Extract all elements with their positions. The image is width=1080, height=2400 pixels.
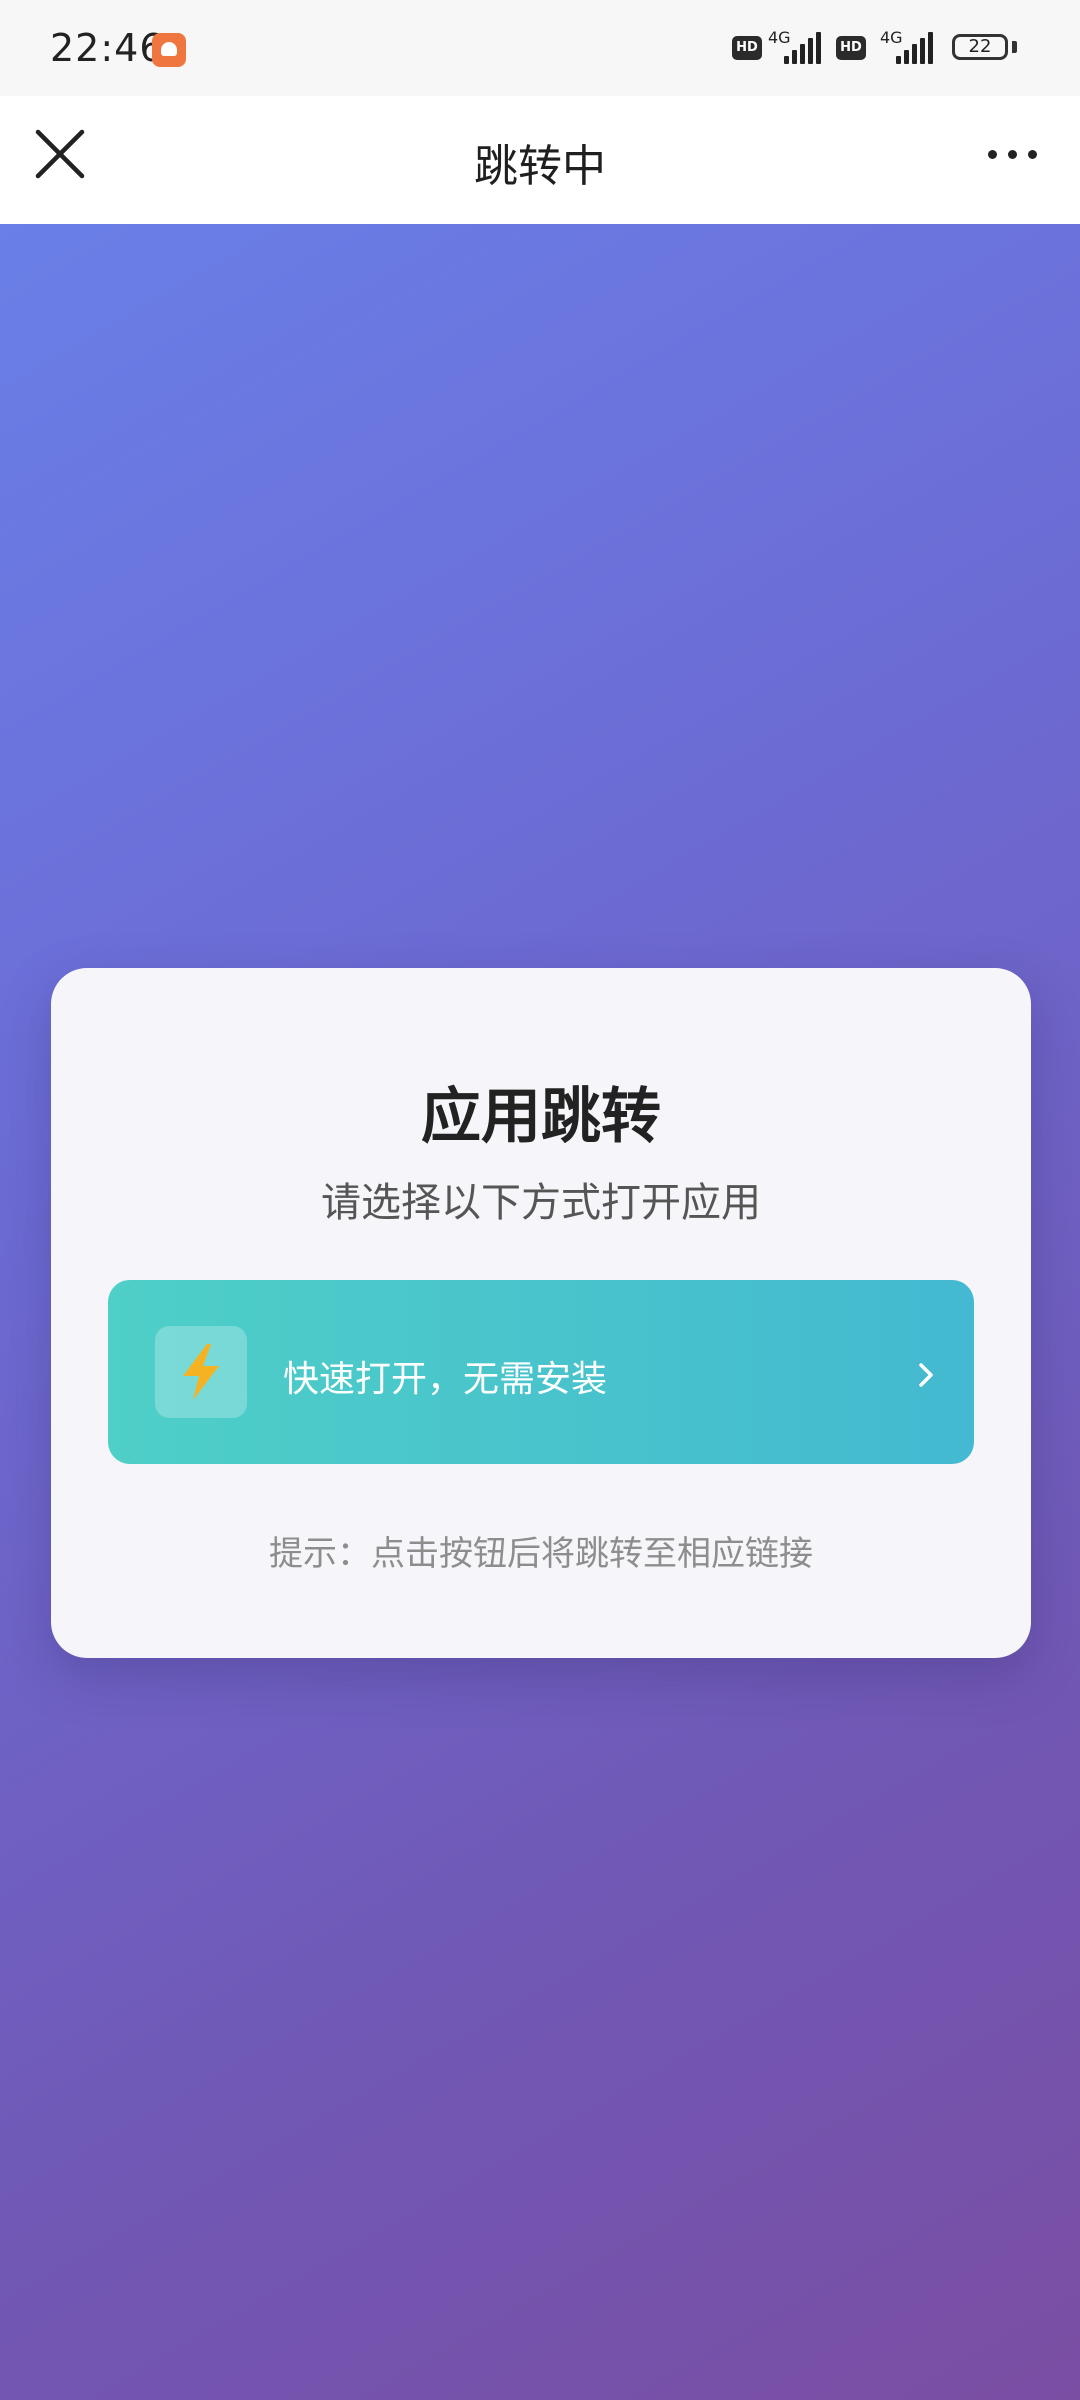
content-background: 应用跳转 请选择以下方式打开应用 快速打开，无需安装 提示：点击按钮后将跳转至相… (0, 224, 1080, 2400)
lightning-icon (183, 1344, 219, 1400)
status-time: 22:46 (50, 26, 165, 70)
nav-bar: 跳转中 (0, 96, 1080, 224)
page-title: 跳转中 (474, 141, 606, 192)
more-button[interactable] (980, 144, 1044, 164)
quick-open-button[interactable]: 快速打开，无需安装 (108, 1280, 974, 1464)
card-subtitle: 请选择以下方式打开应用 (321, 1180, 761, 1226)
button-icon-container (155, 1326, 247, 1418)
app-notification-icon (152, 33, 186, 67)
hint-text: 提示：点击按钮后将跳转至相应链接 (269, 1534, 813, 1574)
hd-badge-sim1: HD (732, 36, 762, 60)
status-bar: 22:46 HD 4G HD 4G 22 (0, 0, 1080, 96)
hd-badge-sim2: HD (836, 36, 866, 60)
battery-icon: 22 (952, 34, 1008, 60)
signal-icon-sim1 (784, 30, 824, 64)
chevron-right-icon (919, 1363, 933, 1387)
app-jump-card: 应用跳转 请选择以下方式打开应用 快速打开，无需安装 提示：点击按钮后将跳转至相… (51, 968, 1031, 1658)
signal-icon-sim2 (896, 30, 936, 64)
battery-level: 22 (968, 36, 992, 57)
card-title: 应用跳转 (421, 1082, 661, 1152)
quick-open-label: 快速打开，无需安装 (283, 1359, 608, 1400)
battery-tip (1012, 41, 1017, 53)
